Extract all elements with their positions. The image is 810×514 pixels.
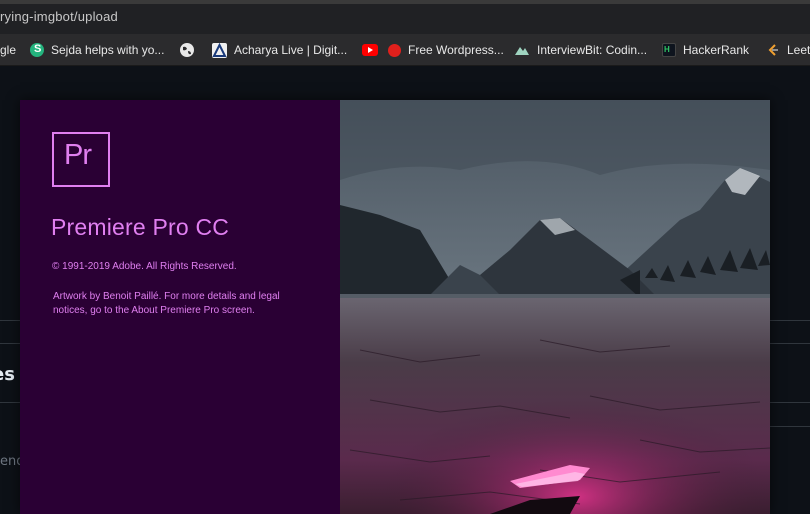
- divider: [770, 426, 810, 427]
- hackerrank-icon: H: [662, 43, 676, 57]
- bookmark-interviewbit[interactable]: InterviewBit: Codin...: [514, 41, 647, 59]
- divider: [770, 343, 810, 344]
- splash-screen: Pr Premiere Pro CC © 1991-2019 Adobe. Al…: [20, 100, 770, 514]
- splash-artwork: [340, 100, 770, 514]
- credits-text: Artwork by Benoit Paillé. For more detai…: [53, 291, 280, 316]
- bookmark-label: gle: [0, 43, 17, 57]
- logo-text: Pr: [64, 139, 92, 171]
- leetcode-icon: [766, 43, 780, 57]
- acharya-icon: [212, 42, 227, 58]
- bookmark-acharya[interactable]: Acharya Live | Digit...: [212, 41, 347, 59]
- bookmark-label: Leet: [787, 43, 810, 57]
- bookmark-hackerrank[interactable]: H HackerRank: [662, 41, 749, 59]
- address-bar[interactable]: rying-imgbot/upload: [0, 0, 810, 34]
- bookmark-label: Sejda helps with yo...: [51, 43, 165, 57]
- bookmark-globe[interactable]: [180, 41, 201, 59]
- divider: [770, 402, 810, 403]
- page-heading: es: [0, 364, 15, 385]
- sejda-icon: S: [30, 43, 44, 57]
- bookmark-google[interactable]: gle: [0, 41, 16, 59]
- premiere-pro-logo-icon: Pr: [52, 132, 110, 187]
- bookmark-label: InterviewBit: Codin...: [537, 43, 648, 57]
- bookmark-sejda[interactable]: S Sejda helps with yo...: [30, 41, 164, 59]
- divider: [770, 320, 810, 321]
- bookmark-label: Free Wordpress...: [408, 43, 504, 57]
- youtube-icon: [362, 44, 378, 56]
- bookmark-leetcode[interactable]: Leet: [766, 41, 810, 59]
- bookmarks-bar: gle S Sejda helps with yo... Acharya Liv…: [0, 34, 810, 66]
- url-text[interactable]: rying-imgbot/upload: [0, 9, 118, 24]
- bookmark-label: HackerRank: [683, 43, 750, 57]
- copyright-text: © 1991-2019 Adobe. All Rights Reserved.: [52, 261, 237, 272]
- divider: [0, 320, 20, 321]
- landscape-artwork-image: [340, 100, 770, 514]
- globe-icon: [180, 43, 194, 57]
- splash-info-panel: Pr Premiere Pro CC © 1991-2019 Adobe. Al…: [20, 100, 340, 514]
- bookmark-youtube[interactable]: [362, 41, 385, 59]
- divider: [0, 402, 20, 403]
- divider: [0, 343, 20, 344]
- bookmark-wordpress[interactable]: Free Wordpress...: [388, 41, 504, 59]
- app-name: Premiere Pro CC: [51, 214, 230, 240]
- bookmark-label: Acharya Live | Digit...: [234, 43, 348, 57]
- red-dot-icon: [388, 43, 401, 57]
- interviewbit-icon: [514, 43, 530, 57]
